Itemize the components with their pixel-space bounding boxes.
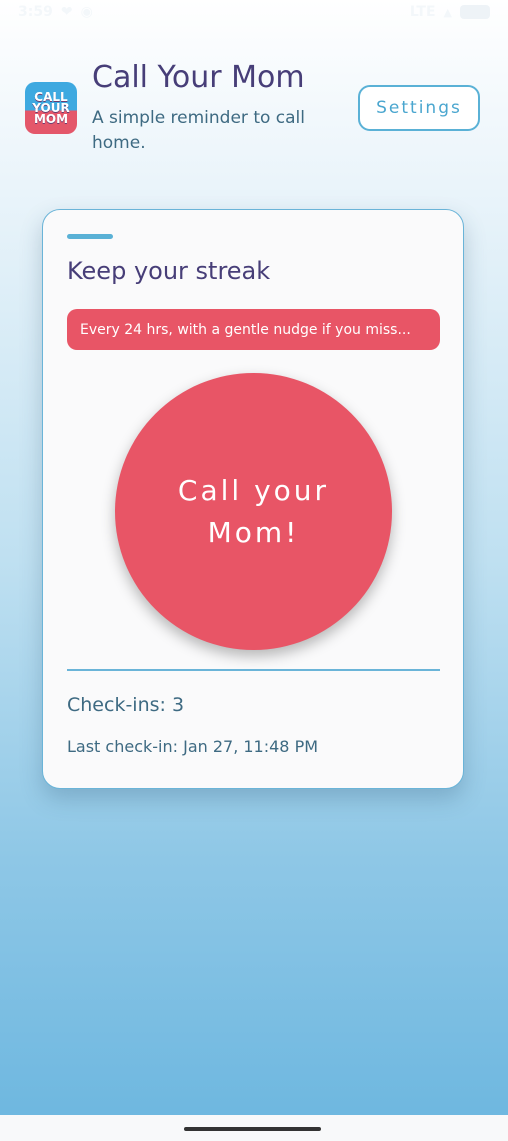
checkins-count: Check-ins: 3 (67, 694, 185, 716)
logo-line-3: MOM (33, 111, 69, 126)
status-right: LTE ▲ (410, 4, 490, 20)
app-title: Call Your Mom (92, 60, 305, 95)
streak-card: Keep your streak Every 24 hrs, with a ge… (42, 209, 464, 789)
status-bar: 3:59 ❤ ◉ LTE ▲ (0, 0, 508, 24)
location-icon: ◉ (80, 4, 93, 20)
app-subtitle: A simple reminder to call home. (92, 108, 306, 153)
navigation-bar (0, 1115, 508, 1141)
status-left: 3:59 ❤ ◉ (18, 4, 93, 20)
status-time: 3:59 (18, 4, 53, 20)
battery-icon (460, 5, 490, 19)
network-label: LTE (409, 4, 436, 20)
card-accent-bar (67, 234, 113, 239)
call-mom-button[interactable]: Call your Mom! (115, 373, 392, 650)
settings-button[interactable]: Settings (358, 85, 480, 131)
schedule-text: Every 24 hrs, with a gentle nudge if you… (80, 321, 411, 338)
schedule-badge: Every 24 hrs, with a gentle nudge if you… (67, 309, 440, 350)
app-header: CALL YOUR MOM Call Your Mom A simple rem… (25, 60, 485, 160)
home-indicator[interactable] (184, 1127, 321, 1131)
notification-icon: ❤ (60, 4, 73, 20)
app-logo: CALL YOUR MOM (25, 82, 77, 134)
card-title: Keep your streak (67, 257, 271, 285)
signal-icon: ▲ (443, 5, 452, 19)
card-divider (67, 669, 440, 671)
last-checkin: Last check-in: Jan 27, 11:48 PM (67, 737, 319, 756)
